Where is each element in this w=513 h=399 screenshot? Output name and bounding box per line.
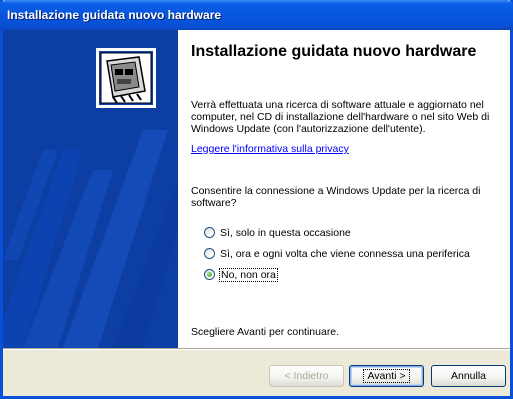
- radio-dot: [207, 272, 212, 277]
- description-text: Verrà effettuata una ricerca di software…: [191, 99, 490, 135]
- title-bar[interactable]: Installazione guidata nuovo hardware: [0, 0, 513, 30]
- question-text: Consentire la connessione a Windows Upda…: [191, 185, 481, 209]
- hardware-card-icon: [96, 48, 156, 108]
- wizard-window: Installazione guidata nuovo hardware Ins…: [0, 0, 513, 399]
- back-button-label: < Indietro: [284, 370, 329, 382]
- option-no[interactable]: No, non ora: [204, 267, 470, 282]
- update-options: Sì, solo in questa occasione Sì, ora e o…: [204, 226, 470, 289]
- wizard-content: Installazione guidata nuovo hardware Ver…: [178, 30, 510, 348]
- next-button[interactable]: Avanti >: [349, 365, 424, 387]
- option-yes-once[interactable]: Sì, solo in questa occasione: [204, 226, 470, 239]
- option-yes-always[interactable]: Sì, ora e ogni volta che viene connessa …: [204, 247, 470, 260]
- radio-button-selected[interactable]: [204, 269, 215, 280]
- privacy-link[interactable]: Leggere l'informativa sulla privacy: [191, 143, 349, 155]
- option-label: No, non ora: [219, 267, 278, 282]
- wizard-banner: [3, 30, 178, 348]
- page-title: Installazione guidata nuovo hardware: [191, 43, 477, 60]
- option-label: Sì, ora e ogni volta che viene connessa …: [220, 247, 470, 260]
- next-button-label: Avanti >: [363, 369, 410, 383]
- cancel-button-label: Annulla: [450, 370, 487, 382]
- radio-button[interactable]: [204, 227, 215, 238]
- button-separator: [3, 348, 510, 350]
- window-title: Installazione guidata nuovo hardware: [7, 8, 222, 22]
- continue-hint: Scegliere Avanti per continuare.: [191, 326, 340, 338]
- radio-button[interactable]: [204, 248, 215, 259]
- back-button[interactable]: < Indietro: [269, 365, 344, 387]
- option-label: Sì, solo in questa occasione: [220, 226, 351, 239]
- cancel-button[interactable]: Annulla: [431, 365, 506, 387]
